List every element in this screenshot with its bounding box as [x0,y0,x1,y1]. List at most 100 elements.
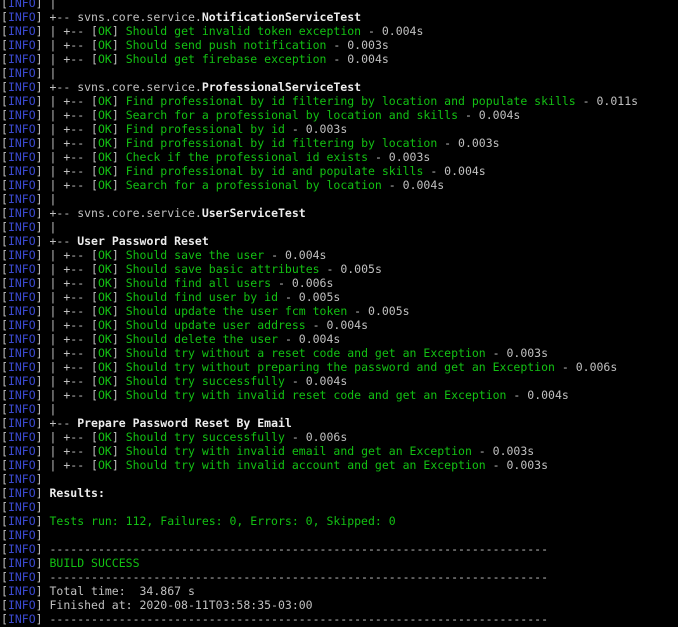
log-text-plain: | [50,66,57,80]
log-level-tag: INFO [8,192,36,206]
log-level-tag: INFO [8,10,36,24]
log-text-plain: ] [112,94,126,108]
log-text-green: OK [98,150,112,164]
log-text-bold: NotificationServiceTest [202,10,361,24]
log-text-green: Should get invalid token exception [126,24,361,38]
log-text-green: OK [98,304,112,318]
log-text-plain: - 0.003s [486,458,548,472]
terminal-line: [INFO] | [1,0,678,10]
log-level-bracket: [ [1,150,8,164]
log-text-plain: | [50,0,57,10]
log-text-green: OK [98,458,112,472]
log-level-bracket: [ [1,584,8,598]
log-level-bracket: ] [36,598,50,612]
log-text-green: Should update the user fcm token [126,304,348,318]
terminal-line: [INFO] Results: [1,486,678,500]
log-level-bracket: [ [1,444,8,458]
log-level-bracket: [ [1,472,8,486]
log-level-bracket: ] [36,150,50,164]
log-text-green: OK [98,24,112,38]
log-level-tag: INFO [8,52,36,66]
log-level-bracket: [ [1,262,8,276]
terminal-line: [INFO] | +-- [OK] Check if the professio… [1,150,678,164]
terminal-line: [INFO] ---------------------------------… [1,542,678,556]
log-text-plain: ----------------------------------------… [50,570,549,584]
log-text-plain: | +-- [ [50,276,98,290]
log-text-plain: +-- svns.core.service. [50,10,202,24]
log-level-bracket: ] [36,178,50,192]
log-level-bracket: [ [1,374,8,388]
log-text-plain: ] [112,248,126,262]
log-text-green: Should save basic attributes [126,262,320,276]
log-level-bracket: [ [1,416,8,430]
terminal-line: [INFO] +-- svns.core.service.Professiona… [1,80,678,94]
log-text-green: Should get firebase exception [126,52,327,66]
log-text-plain: - 0.004s [264,248,326,262]
log-text-plain: ] [112,290,126,304]
log-level-bracket: ] [36,514,50,528]
log-text-plain: - 0.004s [507,388,569,402]
terminal-line: [INFO] | +-- [OK] Should delete the user… [1,332,678,346]
log-text-green: Find professional by id [126,122,285,136]
terminal-line: [INFO] | +-- [OK] Search for a professio… [1,108,678,122]
log-level-bracket: [ [1,94,8,108]
log-text-plain: | +-- [ [50,24,98,38]
log-text-plain: ] [112,346,126,360]
log-text-plain: - 0.004s [306,318,368,332]
log-level-bracket: [ [1,388,8,402]
log-text-green: Find professional by id filtering by loc… [126,136,438,150]
log-text-green: Should try without preparing the passwor… [126,360,555,374]
log-text-green: OK [98,374,112,388]
log-text-plain: - 0.004s [382,178,444,192]
log-level-tag: INFO [8,332,36,346]
log-text-bold: User Password Reset [77,234,209,248]
log-text-plain: | +-- [ [50,318,98,332]
log-level-tag: INFO [8,472,36,486]
log-text-plain: ] [112,262,126,276]
log-level-tag: INFO [8,542,36,556]
log-text-plain: - 0.004s [278,332,340,346]
log-level-tag: INFO [8,346,36,360]
log-text-plain: | +-- [ [50,38,98,52]
log-level-tag: INFO [8,486,36,500]
log-text-plain: +-- svns.core.service. [50,206,202,220]
terminal-line: [INFO] [1,528,678,542]
log-text-green: Should find all users [126,276,271,290]
log-level-tag: INFO [8,598,36,612]
log-level-bracket: [ [1,220,8,234]
terminal-line: [INFO] | +-- [OK] Should get firebase ex… [1,52,678,66]
log-text-green: Should try with invalid account and get … [126,458,486,472]
log-text-plain: Total time: 34.867 s [50,584,195,598]
log-text-plain: | +-- [ [50,262,98,276]
log-text-plain: | +-- [ [50,108,98,122]
log-level-tag: INFO [8,430,36,444]
log-text-green: Should update user address [126,318,306,332]
terminal-line: [INFO] | +-- [OK] Should send push notif… [1,38,678,52]
log-text-green: OK [98,346,112,360]
log-level-bracket: ] [36,388,50,402]
log-text-green: OK [98,262,112,276]
terminal-line: [INFO] | +-- [OK] Find professional by i… [1,122,678,136]
log-level-bracket: [ [1,500,8,514]
log-level-tag: INFO [8,108,36,122]
log-text-plain: - 0.004s [285,374,347,388]
log-text-plain: | +-- [ [50,150,98,164]
log-text-plain: | +-- [ [50,290,98,304]
log-text-plain: ] [112,108,126,122]
terminal-line: [INFO] | +-- [OK] Find professional by i… [1,164,678,178]
log-level-bracket: ] [36,122,50,136]
log-level-bracket: [ [1,234,8,248]
log-level-bracket: ] [36,500,50,514]
log-text-plain: - 0.003s [472,444,534,458]
log-level-bracket: ] [36,290,50,304]
terminal-line: [INFO] | +-- [OK] Should save the user -… [1,248,678,262]
log-level-tag: INFO [8,164,36,178]
terminal-line: [INFO] | +-- [OK] Should try successfull… [1,430,678,444]
log-level-bracket: ] [36,556,50,570]
log-text-plain: - 0.005s [278,290,340,304]
log-text-plain: - 0.011s [576,94,638,108]
log-level-bracket: ] [36,94,50,108]
terminal-output: [INFO] |[INFO] +-- svns.core.service.Not… [0,0,678,626]
log-text-green: Should try successfully [126,430,285,444]
log-level-bracket: ] [36,458,50,472]
